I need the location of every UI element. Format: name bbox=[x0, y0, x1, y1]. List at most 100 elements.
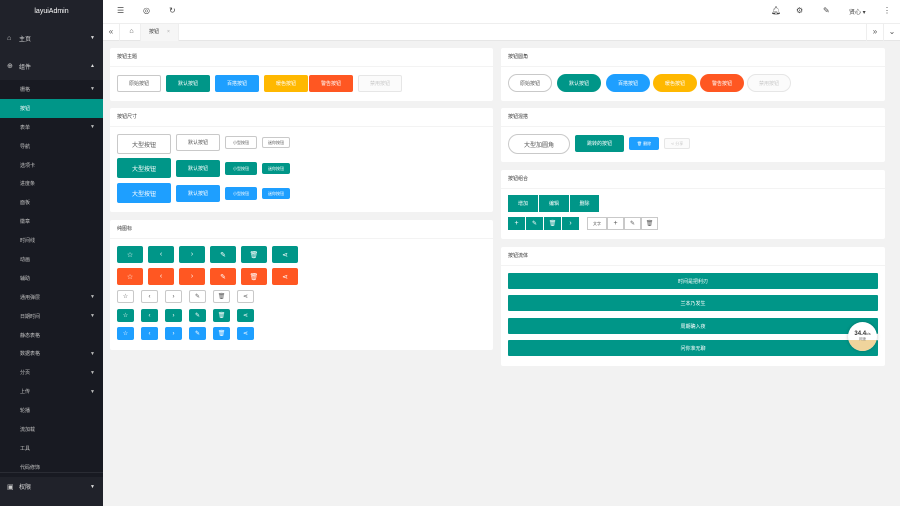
more-icon[interactable]: ⋮ bbox=[883, 6, 891, 16]
chevron-right-icon[interactable]: › bbox=[562, 217, 579, 230]
large-button[interactable]: 大型按钮 bbox=[117, 183, 171, 203]
user-menu[interactable]: 贤心 ▾ bbox=[849, 8, 866, 18]
chevron-left-icon[interactable]: ‹ bbox=[141, 327, 158, 340]
default-button[interactable]: 默认按钮 bbox=[557, 74, 601, 92]
add-icon[interactable]: + bbox=[508, 217, 525, 230]
share-icon[interactable]: ⋖ bbox=[237, 290, 254, 303]
star-icon[interactable]: ☆ bbox=[117, 290, 134, 303]
sidebar-item-components[interactable]: ⊕ 组件 ▲ bbox=[0, 52, 103, 80]
chevron-left-icon[interactable]: ‹ bbox=[148, 246, 174, 263]
sidebar-subitem[interactable]: 流加载 bbox=[0, 420, 103, 439]
sidebar-item-permissions[interactable]: ▣ 权限 ▼ bbox=[0, 472, 103, 500]
default-size-button[interactable]: 默认按钮 bbox=[176, 160, 220, 177]
chevron-right-icon[interactable]: › bbox=[179, 268, 205, 285]
fluid-button[interactable]: 兰本乃发生 bbox=[508, 295, 878, 311]
sidebar-subitem[interactable]: 上传 ▼ bbox=[0, 382, 103, 402]
sidebar-subitem[interactable]: 静态表格 bbox=[0, 325, 103, 345]
primitive-button[interactable]: 原始按钮 bbox=[508, 74, 552, 92]
fluid-button[interactable]: 时间是把利刃 bbox=[508, 273, 878, 289]
sidebar-subitem[interactable]: 轮播 bbox=[0, 401, 103, 421]
add-icon[interactable]: + bbox=[607, 217, 624, 230]
add-button[interactable]: 增加 bbox=[508, 195, 538, 212]
delete-icon[interactable]: 🗑︎ bbox=[213, 290, 230, 303]
star-icon[interactable]: ☆ bbox=[117, 268, 143, 285]
edit-icon[interactable]: ✎ bbox=[210, 246, 236, 263]
edit-icon[interactable]: ✎ bbox=[189, 309, 206, 322]
text-button[interactable]: 文字 bbox=[587, 217, 607, 230]
delete-icon[interactable]: 🗑︎ bbox=[641, 217, 658, 230]
sidebar-subitem[interactable]: 工具 bbox=[0, 438, 103, 458]
refresh-icon[interactable]: ↻ bbox=[169, 6, 176, 16]
chevron-right-icon[interactable]: › bbox=[179, 246, 205, 263]
star-icon[interactable]: ☆ bbox=[117, 327, 134, 340]
sidebar-subitem[interactable]: 选项卡 bbox=[0, 155, 103, 175]
chevron-left-icon[interactable]: ‹ bbox=[148, 268, 174, 285]
delete-icon[interactable]: 🗑︎ bbox=[241, 246, 267, 263]
large-round-button[interactable]: 大型加圆角 bbox=[508, 134, 570, 154]
warm-button[interactable]: 暖色按钮 bbox=[264, 75, 308, 92]
edit-icon[interactable]: ✎ bbox=[526, 217, 543, 230]
danger-button[interactable]: 警告按钮 bbox=[700, 74, 744, 92]
small-button[interactable]: 小型按钮 bbox=[225, 187, 257, 200]
edit-button[interactable]: 编辑 bbox=[539, 195, 569, 212]
delete-icon[interactable]: 🗑︎ bbox=[544, 217, 561, 230]
sidebar-subitem[interactable]: 分页 ▼ bbox=[0, 363, 103, 383]
jump-button[interactable]: 跳转的按钮 bbox=[575, 135, 624, 152]
menu-toggle-icon[interactable]: ☰ bbox=[117, 6, 124, 16]
sidebar-subitem[interactable]: 徽章 bbox=[0, 212, 103, 232]
sidebar-subitem[interactable]: 数据表格 ▼ bbox=[0, 344, 103, 364]
mini-button[interactable]: 迷你按钮 bbox=[262, 163, 290, 174]
theme-icon[interactable]: ⚙ bbox=[796, 6, 803, 16]
share-icon[interactable]: ⋖ bbox=[272, 268, 298, 285]
chevron-left-icon[interactable]: ‹ bbox=[141, 309, 158, 322]
sidebar-subitem[interactable]: 表单 ▼ bbox=[0, 117, 103, 137]
sidebar-subitem[interactable]: 进度条 bbox=[0, 174, 103, 194]
sidebar-subitem[interactable]: 动画 bbox=[0, 250, 103, 269]
small-button[interactable]: 小型按钮 bbox=[225, 136, 257, 149]
edit-icon[interactable]: ✎ bbox=[210, 268, 236, 285]
star-icon[interactable]: ☆ bbox=[117, 309, 134, 322]
warm-button[interactable]: 暖色按钮 bbox=[653, 74, 697, 92]
fluid-button[interactable]: 周期确入夜 bbox=[508, 318, 878, 334]
sidebar-subitem[interactable]: 日期时间 ▼ bbox=[0, 306, 103, 326]
app-logo[interactable]: layuiAdmin bbox=[0, 0, 103, 24]
sidebar-subitem[interactable]: 时间线 bbox=[0, 231, 103, 251]
share-icon[interactable]: ⋖ bbox=[272, 246, 298, 263]
tab-home-icon[interactable]: ⌂ bbox=[123, 24, 141, 41]
large-button[interactable]: 大型按钮 bbox=[117, 134, 171, 154]
share-icon[interactable]: ⋖ bbox=[237, 327, 254, 340]
delete-icon[interactable]: 🗑︎ bbox=[241, 268, 267, 285]
chevron-left-icon[interactable]: ‹ bbox=[141, 290, 158, 303]
mini-button[interactable]: 迷你按钮 bbox=[262, 137, 290, 148]
sidebar-subitem[interactable]: 栅格 ▼ bbox=[0, 80, 103, 99]
edit-icon[interactable]: ✎ bbox=[189, 327, 206, 340]
notification-icon[interactable]: 🔔︎ bbox=[771, 6, 781, 16]
sidebar-item-home[interactable]: ⌂ 主页 ▼ bbox=[0, 24, 103, 52]
primitive-button[interactable]: 原始按钮 bbox=[117, 75, 161, 92]
tab-buttons[interactable]: 按钮 × bbox=[141, 24, 179, 41]
chevron-right-icon[interactable]: › bbox=[165, 327, 182, 340]
danger-button[interactable]: 警告按钮 bbox=[309, 75, 353, 92]
tab-close-icon[interactable]: × bbox=[167, 29, 170, 35]
delete-icon[interactable]: 🗑︎ bbox=[213, 309, 230, 322]
mini-button[interactable]: 迷你按钮 bbox=[262, 188, 290, 199]
sidebar-subitem[interactable]: 导航 bbox=[0, 136, 103, 156]
edit-icon[interactable]: ✎ bbox=[624, 217, 641, 230]
tab-scroll-right-icon[interactable]: » bbox=[866, 24, 883, 41]
network-speed-widget[interactable]: 34.4k/s 网速 bbox=[848, 322, 877, 351]
edit-icon[interactable]: ✎ bbox=[189, 290, 206, 303]
website-icon[interactable]: ◎ bbox=[143, 6, 150, 16]
default-size-button[interactable]: 默认按钮 bbox=[176, 134, 220, 151]
default-button[interactable]: 默认按钮 bbox=[166, 75, 210, 92]
tab-scroll-left-icon[interactable]: « bbox=[103, 24, 120, 41]
small-button[interactable]: 小型按钮 bbox=[225, 162, 257, 175]
share-icon[interactable]: ⋖ bbox=[237, 309, 254, 322]
large-button[interactable]: 大型按钮 bbox=[117, 158, 171, 178]
normal-button[interactable]: 百搭按钮 bbox=[215, 75, 259, 92]
chevron-right-icon[interactable]: › bbox=[165, 290, 182, 303]
default-size-button[interactable]: 默认按钮 bbox=[176, 185, 220, 202]
delete-icon[interactable]: 🗑︎ bbox=[213, 327, 230, 340]
tab-menu-icon[interactable]: ⌄ bbox=[883, 24, 900, 41]
sidebar-subitem[interactable]: 面板 bbox=[0, 193, 103, 213]
small-delete-button[interactable]: 🗑︎ 删除 bbox=[629, 137, 659, 150]
